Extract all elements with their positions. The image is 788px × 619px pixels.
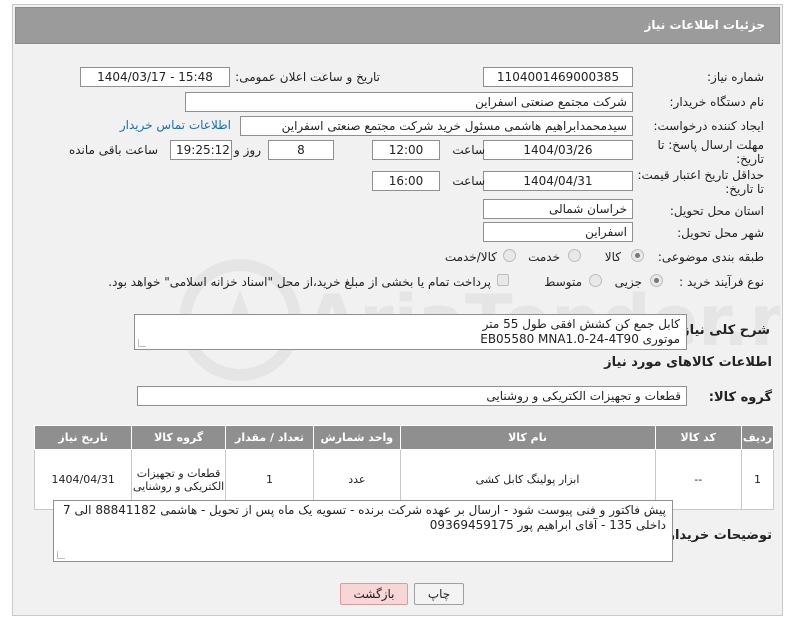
resize-grip-icon[interactable] [138,339,146,347]
remaining-time-label: ساعت باقی مانده [68,143,158,157]
process-radio-minor[interactable] [650,274,663,287]
deadline-label-1: مهلت ارسال پاسخ: تا [657,138,764,152]
buyer-notes-textarea: پیش فاکتور و فنی پیوست شود - ارسال بر عه… [53,500,673,562]
validity-label-1: حداقل تاریخ اعتبار قیمت: [637,168,764,182]
col-code: کد کالا [654,425,742,450]
buyer-notes-line-2: داخلی 135 - آقای ابراهیم پور 09369459175 [429,518,666,532]
back-button[interactable]: بازگشت [340,583,408,605]
treasury-payment-checkbox[interactable] [497,274,509,286]
city-field: اسفراین [483,222,633,242]
col-row: ردیف [740,425,775,450]
city-label: شهر محل تحویل: [677,226,764,240]
announce-field: 1404/03/17 - 15:48 [80,67,230,87]
buyer-org-field: شرکت مجتمع صنعتی اسفراین [185,92,633,112]
summary-label: شرح کلی نیاز: [676,323,770,338]
goods-info-title: اطلاعات کالاهای مورد نیاز [604,355,772,370]
process-option-minor: جزیی [614,275,642,289]
process-radio-medium[interactable] [589,274,602,287]
process-label: نوع فرآیند خرید : [679,275,764,289]
summary-line-2: موتوری EB05580 MNA1.0-24-4T90 [480,332,680,346]
category-option-service: خدمت [528,250,560,264]
summary-line-1: کابل جمع کن کشش افقی طول 55 متر [482,317,680,331]
category-radio-goods[interactable] [631,249,644,262]
validity-time-field: 16:00 [372,171,440,191]
requester-label: ایجاد کننده درخواست: [653,119,764,133]
validity-label-2: تا تاریخ: [725,182,764,196]
remaining-time-field: 19:25:12 [170,140,232,160]
resize-grip-icon[interactable] [57,551,65,559]
print-button[interactable]: چاپ [414,583,464,605]
goods-group-label: گروه کالا: [708,390,772,405]
col-group: گروه کالا [131,425,226,450]
announce-label: تاریخ و ساعت اعلان عمومی: [235,70,380,84]
province-label: استان محل تحویل: [669,204,764,218]
need-number-label: شماره نیاز: [707,70,764,84]
page-header: جزئیات اطلاعات نیاز [15,7,780,44]
category-option-goods-service: کالا/خدمت [444,250,497,264]
col-quantity: تعداد / مقدار [224,425,315,450]
process-option-medium: متوسط [544,275,582,289]
category-radio-service[interactable] [568,249,581,262]
buyer-notes-line-1: پیش فاکتور و فنی پیوست شود - ارسال بر عه… [63,503,666,517]
cell-row: 1 [740,449,775,510]
page-title: جزئیات اطلاعات نیاز [644,18,765,32]
items-table-header: ردیف کد کالا نام کالا واحد شمارش تعداد /… [33,425,775,450]
validity-time-label: ساعت [452,174,485,188]
goods-group-field: قطعات و تجهیزات الکتریکی و روشنایی [137,386,687,406]
col-unit: واحد شمارش [313,425,401,450]
province-field: خراسان شمالی [483,199,633,219]
category-label: طبقه بندی موضوعی: [657,250,764,264]
items-table: ردیف کد کالا نام کالا واحد شمارش تعداد /… [33,425,775,510]
need-number-field: 1104001469000385 [483,67,633,87]
deadline-date-field: 1404/03/26 [483,140,633,160]
col-name: نام کالا [399,425,656,450]
category-radio-goods-service[interactable] [503,249,516,262]
col-date: تاریخ نیاز [33,425,133,450]
summary-textarea: کابل جمع کن کشش افقی طول 55 متر موتوری E… [134,314,687,350]
category-option-goods: کالا [604,250,621,264]
deadline-time-label: ساعت [452,143,485,157]
days-label: روز و [234,143,261,157]
days-remaining-field: 8 [268,140,334,160]
buyer-org-label: نام دستگاه خریدار: [669,95,765,109]
deadline-label-2: تاریخ: [736,152,764,166]
treasury-payment-note: پرداخت تمام یا بخشی از مبلغ خرید،از محل … [108,275,491,289]
buyer-notes-label: توضیحات خریدار: [662,528,772,543]
deadline-time-field: 12:00 [372,140,440,160]
buyer-contact-link[interactable]: اطلاعات تماس خریدار [120,118,231,132]
validity-date-field: 1404/04/31 [483,171,633,191]
requester-field: سیدمحمدابراهیم هاشمی مسئول خرید شرکت مجت… [240,116,633,136]
